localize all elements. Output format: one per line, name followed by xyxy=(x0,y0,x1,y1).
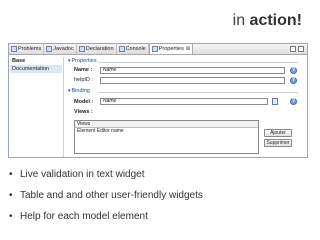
tab-label: Javadoc xyxy=(53,46,74,52)
title-plain: in xyxy=(232,12,246,29)
binding-section-header[interactable]: ▾Binding xyxy=(68,88,90,94)
list-item: • Help for each model element xyxy=(9,209,203,230)
collapse-arrow-icon: ▾ xyxy=(68,58,71,64)
sidebar-item-base[interactable]: Base xyxy=(10,57,62,65)
slide-title: in action! xyxy=(233,12,302,30)
bullet-icon: • xyxy=(9,190,13,201)
help-icon[interactable]: ? xyxy=(290,98,297,105)
section-divider xyxy=(98,92,298,93)
list-item: • Live validation in text widget xyxy=(9,167,203,188)
remove-button[interactable]: Supprimer xyxy=(264,139,292,147)
model-label: Model : xyxy=(74,99,94,105)
tab-label: Console xyxy=(125,46,146,52)
section-divider xyxy=(98,62,298,63)
properties-view-screenshot: Problems Javadoc Declaration Console Pro… xyxy=(8,43,308,158)
properties-content: ▾Properties Name : Name ? helpID : ? ▾Bi… xyxy=(63,57,306,157)
maximize-icon[interactable] xyxy=(298,46,304,52)
list-item: • Table and and other user-friendly widge… xyxy=(9,188,203,209)
view-tab-bar: Problems Javadoc Declaration Console Pro… xyxy=(9,44,307,55)
views-label: Views : xyxy=(74,109,93,115)
console-icon xyxy=(118,46,125,52)
declaration-icon xyxy=(78,46,85,52)
title-bold: action! xyxy=(249,12,302,29)
feature-bullet-list: • Live validation in text widget • Table a… xyxy=(9,167,203,230)
view-window-controls xyxy=(290,46,307,54)
section-title: Properties xyxy=(71,58,97,64)
table-row[interactable]: Element Editor name xyxy=(75,128,258,135)
problems-icon xyxy=(11,46,17,52)
help-icon[interactable]: ? xyxy=(290,77,297,84)
minimize-icon[interactable] xyxy=(290,46,296,52)
collapse-arrow-icon: ▾ xyxy=(68,88,71,94)
javadoc-icon xyxy=(46,46,53,52)
sidebar-item-documentation[interactable]: Documentation xyxy=(10,65,62,73)
bullet-text: Live validation in text widget xyxy=(20,169,145,180)
helpid-field[interactable] xyxy=(100,77,285,84)
tab-declaration[interactable]: Declaration xyxy=(77,44,117,54)
bullet-text: Help for each model element xyxy=(20,211,148,222)
tab-problems[interactable]: Problems xyxy=(9,44,45,54)
bullet-icon: • xyxy=(9,211,13,222)
close-icon[interactable]: ⊠ xyxy=(186,46,191,52)
properties-icon xyxy=(151,46,158,52)
properties-sidebar: Base Documentation xyxy=(10,57,62,157)
model-field[interactable]: Name xyxy=(100,98,268,105)
views-table[interactable]: Views Element Editor name xyxy=(74,120,259,154)
add-button[interactable]: Ajouter xyxy=(264,129,292,137)
helpid-label: helpID : xyxy=(74,77,93,83)
tab-label: Declaration xyxy=(85,46,114,52)
tab-properties[interactable]: Properties ⊠ xyxy=(148,44,194,54)
browse-icon[interactable] xyxy=(272,98,278,105)
tab-javadoc[interactable]: Javadoc xyxy=(44,44,77,54)
tab-label: Properties xyxy=(158,46,184,52)
tab-label: Problems xyxy=(18,46,42,52)
tab-console[interactable]: Console xyxy=(117,44,149,54)
views-column-header: Views xyxy=(75,121,258,128)
name-field[interactable]: Name xyxy=(100,67,285,74)
name-label: Name : xyxy=(74,67,93,73)
bullet-text: Table and and other user-friendly widget… xyxy=(20,190,203,201)
section-title: Binding xyxy=(71,88,90,94)
properties-section-header[interactable]: ▾Properties xyxy=(68,58,97,64)
help-icon[interactable]: ? xyxy=(290,67,297,74)
bullet-icon: • xyxy=(9,169,13,180)
